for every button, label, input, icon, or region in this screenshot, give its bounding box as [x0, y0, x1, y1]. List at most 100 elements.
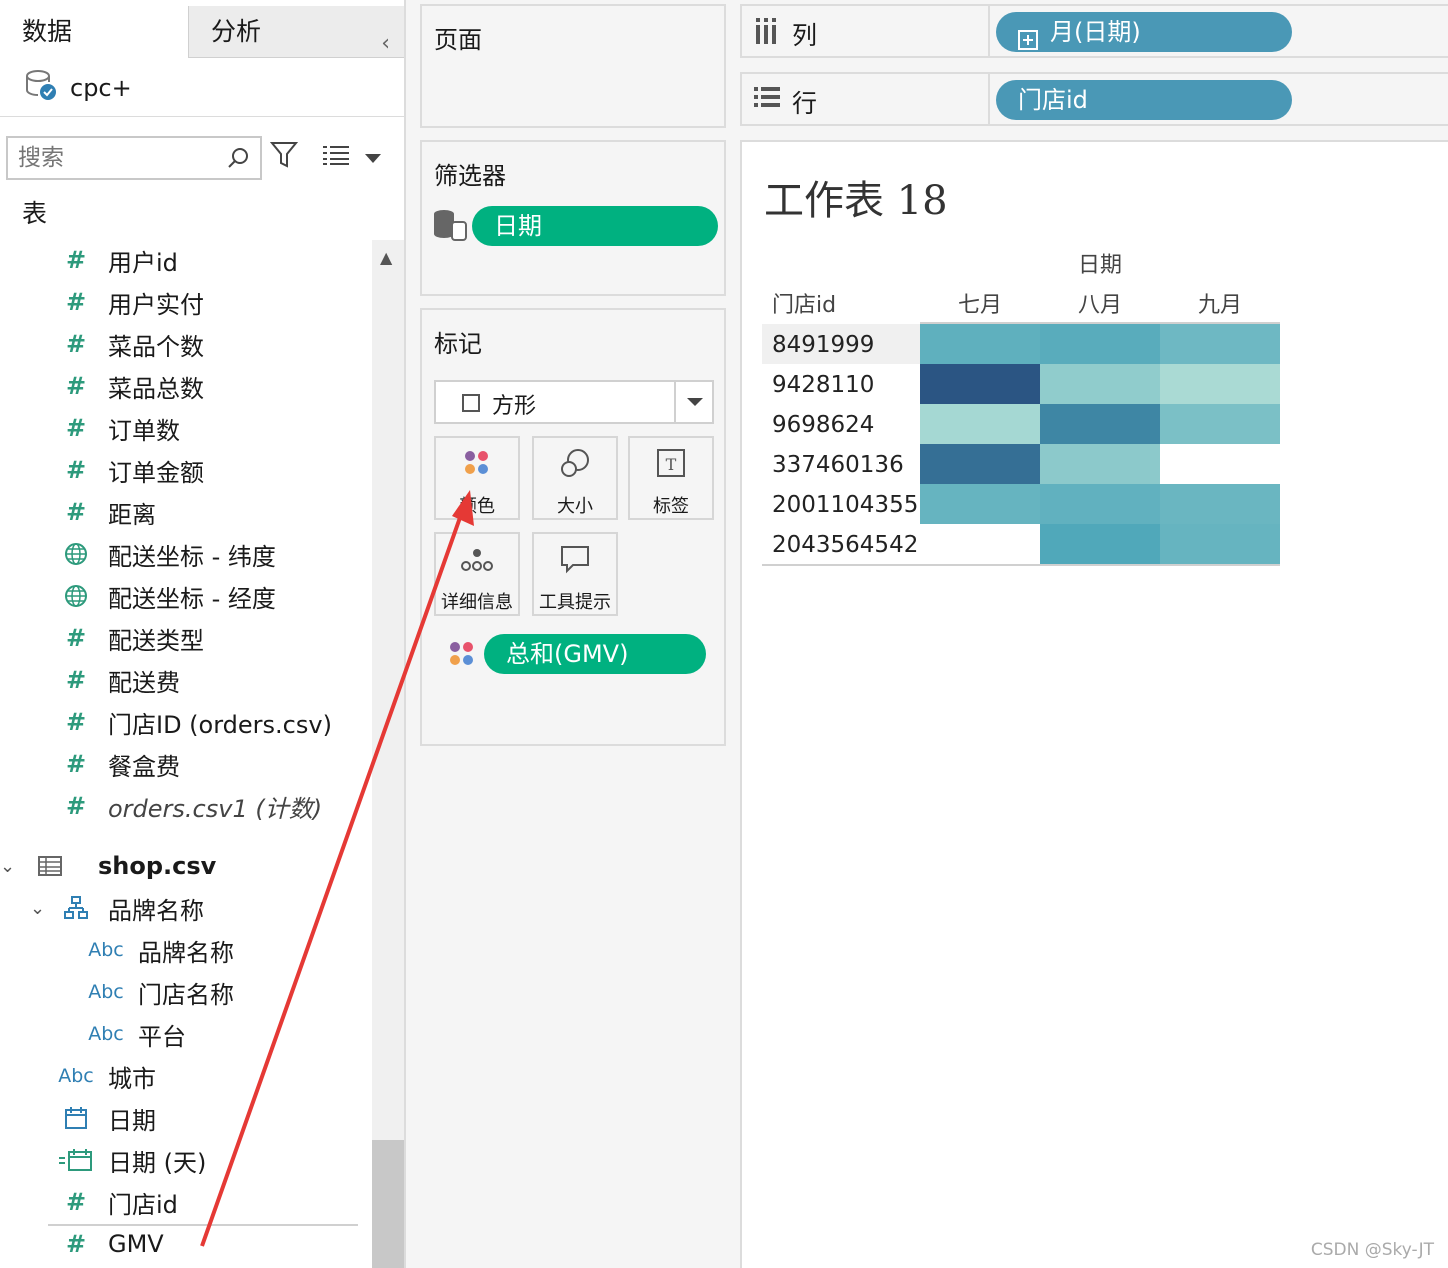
field-label: 菜品总数 [108, 374, 204, 403]
field-string[interactable]: Abc 城市 [58, 1056, 156, 1096]
chevron-down-icon[interactable]: ⌄ [30, 898, 58, 919]
chevron-down-icon[interactable]: ⌄ [0, 856, 22, 877]
heatmap-cell[interactable] [920, 444, 1040, 484]
marks-title: 标记 [434, 330, 482, 358]
calendar-icon [58, 1106, 94, 1130]
column-header-label: 日期 [1078, 253, 1122, 278]
expand-plus-icon[interactable] [1018, 22, 1038, 62]
heatmap-cell[interactable] [920, 364, 1040, 404]
field-measure[interactable]: # 餐盒费 [58, 744, 180, 784]
heatmap-chart: 日期门店id 七月 八月 九月 8491999 9428110 9698624 3374601… [762, 253, 1280, 566]
datasource-item[interactable]: cpc+ [24, 68, 132, 108]
field-measure[interactable]: # 订单数 [58, 408, 180, 448]
measure-hash-icon: # [65, 792, 87, 820]
filter-icon[interactable] [269, 140, 299, 174]
columns-pill-month-date[interactable]: 月(日期) [996, 12, 1292, 52]
label-button[interactable]: T 标签 [628, 436, 714, 520]
heatmap-cell[interactable] [1040, 404, 1160, 444]
field-measure[interactable]: # 菜品个数 [58, 324, 204, 364]
field-date[interactable]: 日期 [58, 1098, 156, 1138]
color-pill-gmv[interactable]: 总和(GMV) [484, 634, 706, 674]
hierarchy-icon [58, 896, 94, 920]
field-date-custom[interactable]: 日期 (天) [58, 1140, 206, 1180]
color-button[interactable]: 颜色 [434, 436, 520, 520]
measure-hash-icon: # [65, 666, 87, 694]
field-list-scrollbar[interactable]: ▲ [372, 240, 404, 1268]
heatmap-cell[interactable] [920, 404, 1040, 444]
scroll-up-icon[interactable]: ▲ [380, 248, 392, 267]
measure-hash-icon: # [65, 624, 87, 652]
tab-data[interactable]: 数据 [0, 6, 188, 58]
field-measure[interactable]: # 菜品总数 [58, 366, 204, 406]
heatmap-cell[interactable] [1040, 364, 1160, 404]
field-label: 用户id [108, 248, 178, 277]
field-measure[interactable]: # 配送类型 [58, 618, 204, 658]
search-box[interactable] [6, 136, 262, 180]
measure-hash-icon: # [65, 750, 87, 778]
svg-text:T: T [666, 455, 677, 474]
detail-button[interactable]: 详细信息 [434, 532, 520, 616]
field-measure[interactable]: # 用户id [58, 240, 178, 280]
calendar-icon [58, 1148, 94, 1172]
tooltip-icon [534, 544, 616, 580]
filter-pill-date[interactable]: 日期 [472, 206, 718, 246]
data-pane: 数据 分析 ‹ cpc+ 表 # 用户id # [0, 0, 406, 1268]
columns-shelf[interactable]: 列 月(日期) [740, 4, 1448, 58]
field-geo[interactable]: 配送坐标 - 经度 [58, 576, 276, 616]
field-measure[interactable]: # GMV [58, 1224, 164, 1264]
tooltip-label: 工具提示 [539, 592, 611, 613]
tab-analysis-label: 分析 [211, 17, 262, 46]
hierarchy-name: 品牌名称 [108, 896, 204, 925]
measure-hash-icon: # [65, 372, 87, 400]
column-tick-label: 九月 [1198, 293, 1242, 318]
filters-card[interactable]: 筛选器 日期 [420, 140, 726, 296]
rows-icon [754, 86, 780, 112]
list-view-icon[interactable] [322, 144, 350, 170]
dropdown-arrow-icon[interactable] [364, 150, 382, 169]
abc-string-icon: Abc [88, 1023, 124, 1045]
field-dimension[interactable]: Abc 平台 [88, 1014, 186, 1054]
heatmap-cell[interactable] [1160, 324, 1280, 364]
row-tick-label: 8491999 [772, 332, 874, 358]
table-icon [22, 856, 78, 876]
field-measure[interactable]: # 门店ID (orders.csv) [58, 702, 332, 742]
drop-indicator-line [48, 1224, 358, 1226]
measure-hash-icon: # [65, 414, 87, 442]
field-dimension[interactable]: Abc 门店名称 [88, 972, 234, 1012]
table-name: shop.csv [98, 852, 217, 880]
size-button[interactable]: 大小 [532, 436, 618, 520]
heatmap-cell[interactable] [1040, 324, 1160, 364]
heatmap-cell[interactable] [1160, 484, 1280, 524]
field-dimension[interactable]: Abc 品牌名称 [88, 930, 234, 970]
field-measure[interactable]: # 订单金额 [58, 450, 204, 490]
heatmap-cell[interactable] [920, 484, 1040, 524]
scroll-thumb[interactable] [372, 1140, 404, 1268]
rows-shelf[interactable]: 行 门店id [740, 72, 1448, 126]
heatmap-cell[interactable] [1040, 444, 1160, 484]
heatmap-cell[interactable] [1160, 404, 1280, 444]
datasource-name: cpc+ [70, 74, 132, 102]
field-measure[interactable]: # 用户实付 [58, 282, 204, 322]
field-measure[interactable]: # 距离 [58, 492, 156, 532]
field-measure[interactable]: # 配送费 [58, 660, 180, 700]
search-input[interactable] [8, 138, 218, 178]
field-measure[interactable]: # 门店id [58, 1182, 178, 1222]
collapse-pane-icon[interactable]: ‹ [381, 18, 390, 70]
mark-type-dropdown[interactable]: 方形 [434, 380, 714, 424]
hierarchy-brand[interactable]: ⌄ 品牌名称 [30, 888, 204, 928]
tab-analysis[interactable]: 分析 ‹ [188, 6, 404, 58]
table-shop-csv[interactable]: ⌄ shop.csv [0, 846, 216, 886]
pages-card[interactable]: 页面 [420, 4, 726, 128]
heatmap-cell[interactable] [920, 324, 1040, 364]
chevron-down-icon[interactable] [674, 382, 712, 422]
heatmap-cell[interactable] [1160, 364, 1280, 404]
tooltip-button[interactable]: 工具提示 [532, 532, 618, 616]
row-header-label: 门店id [772, 293, 836, 318]
heatmap-cell[interactable] [1040, 524, 1160, 564]
heatmap-cell[interactable] [1040, 484, 1160, 524]
field-geo[interactable]: 配送坐标 - 纬度 [58, 534, 276, 574]
field-measure-italic[interactable]: # orders.csv1 (计数) [58, 786, 322, 826]
heatmap-cell[interactable] [1160, 524, 1280, 564]
globe-icon [58, 542, 94, 566]
rows-pill-store-id[interactable]: 门店id [996, 80, 1292, 120]
